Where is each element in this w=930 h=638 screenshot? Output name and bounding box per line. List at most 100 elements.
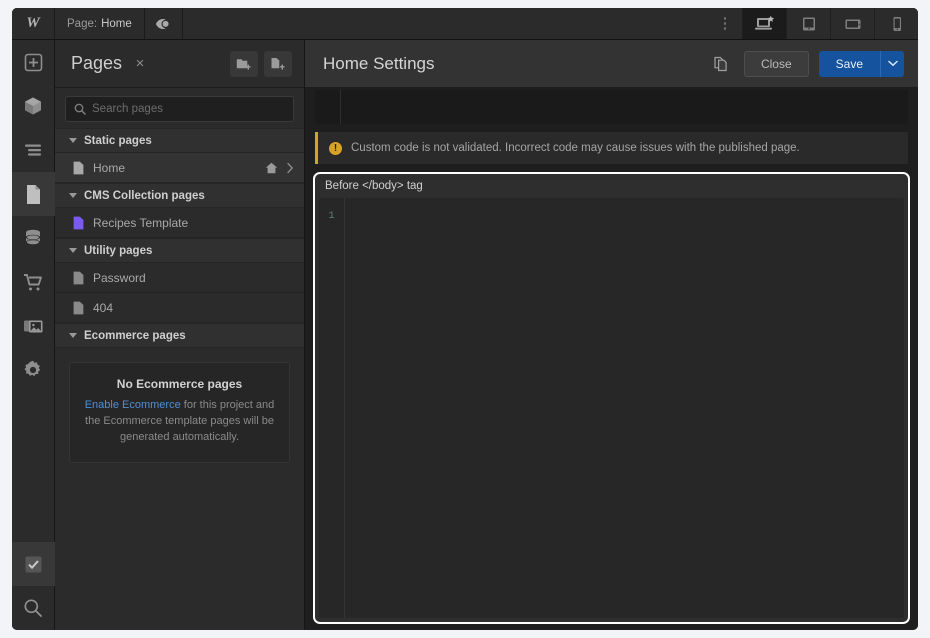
top-bar-more-menu[interactable] bbox=[708, 8, 742, 39]
page-settings-body: ! Custom code is not validated. Incorrec… bbox=[305, 88, 918, 630]
breakpoint-tablet-landscape[interactable] bbox=[830, 8, 874, 39]
group-label: Static pages bbox=[84, 134, 152, 147]
pages-tree: Static pages Home CMS Collection pages R… bbox=[55, 128, 304, 630]
new-folder-button[interactable] bbox=[230, 50, 258, 77]
caret-down-icon bbox=[69, 193, 77, 198]
caret-down-icon bbox=[69, 333, 77, 338]
warning-circle-icon: ! bbox=[329, 141, 342, 155]
three-dots-icon bbox=[723, 17, 727, 30]
custom-code-warning: ! Custom code is not validated. Incorrec… bbox=[315, 132, 908, 164]
rail-item-add-elements[interactable] bbox=[12, 40, 55, 84]
page-item-home[interactable]: Home bbox=[55, 153, 304, 183]
page-item-actions bbox=[265, 162, 294, 174]
chevron-down-icon bbox=[887, 60, 898, 67]
breakpoint-desktop[interactable] bbox=[742, 8, 786, 39]
page-item-label: Recipes Template bbox=[93, 215, 189, 230]
breakpoint-mobile[interactable] bbox=[874, 8, 918, 39]
home-icon bbox=[265, 162, 278, 174]
page-icon bbox=[73, 271, 84, 285]
page-prefix-label: Page: bbox=[67, 17, 98, 30]
search-input[interactable] bbox=[92, 103, 285, 115]
new-page-icon bbox=[270, 57, 286, 71]
mobile-icon bbox=[890, 15, 904, 33]
page-item-label: Password bbox=[93, 270, 146, 285]
before-body-code-field[interactable]: Before </body> tag 1 bbox=[313, 172, 910, 624]
page-item-password[interactable]: Password bbox=[55, 263, 304, 293]
close-icon[interactable]: × bbox=[132, 56, 148, 71]
rail-item-audit[interactable] bbox=[12, 542, 55, 586]
code-gutter: 1 bbox=[319, 198, 345, 618]
group-header-static[interactable]: Static pages bbox=[55, 128, 304, 153]
magnifier-icon bbox=[23, 598, 43, 618]
rail-item-search[interactable] bbox=[12, 586, 55, 630]
page-icon bbox=[73, 301, 84, 315]
new-page-button[interactable] bbox=[264, 50, 292, 77]
new-folder-icon bbox=[236, 57, 252, 71]
group-label: Ecommerce pages bbox=[84, 329, 186, 342]
rail-item-settings[interactable] bbox=[12, 348, 55, 392]
close-button[interactable]: Close bbox=[743, 50, 809, 77]
page-item-label: 404 bbox=[93, 300, 114, 315]
layers-lines-icon bbox=[23, 143, 43, 157]
page-icon bbox=[73, 161, 84, 175]
save-button-group: Save bbox=[818, 50, 904, 77]
rail-item-navigator[interactable] bbox=[12, 128, 55, 172]
top-bar-spacer bbox=[182, 8, 708, 39]
tablet-landscape-icon bbox=[843, 16, 863, 32]
line-number: 1 bbox=[328, 210, 335, 222]
caret-down-icon bbox=[69, 248, 77, 253]
page-settings-header: Home Settings Close Save bbox=[305, 40, 918, 88]
eye-icon bbox=[155, 18, 171, 30]
group-header-ecommerce[interactable]: Ecommerce pages bbox=[55, 323, 304, 348]
save-button[interactable]: Save bbox=[818, 50, 880, 77]
database-icon bbox=[23, 229, 43, 247]
gear-icon bbox=[23, 360, 43, 380]
search-icon bbox=[74, 103, 86, 115]
app-logo[interactable]: W bbox=[12, 8, 55, 39]
page-item-label: Home bbox=[93, 160, 126, 175]
search-box[interactable] bbox=[65, 96, 294, 122]
empty-state-text: Enable Ecommerce for this project and th… bbox=[82, 398, 277, 446]
empty-state-title: No Ecommerce pages bbox=[116, 377, 243, 391]
tablet-icon bbox=[800, 15, 818, 33]
chevron-right-icon[interactable] bbox=[286, 162, 294, 174]
cube-icon bbox=[23, 96, 43, 116]
designer-body: Pages × Search pages Static pages Home C… bbox=[12, 40, 918, 630]
breakpoint-switcher bbox=[742, 8, 918, 39]
rail-item-assets[interactable] bbox=[12, 304, 55, 348]
top-bar: W Page: Home bbox=[12, 8, 918, 40]
rail-item-components[interactable] bbox=[12, 84, 55, 128]
code-field-label: Before </body> tag bbox=[325, 180, 423, 192]
enable-ecommerce-link[interactable]: Enable Ecommerce bbox=[85, 399, 181, 411]
previous-code-field-partial[interactable] bbox=[315, 90, 908, 124]
group-label: Utility pages bbox=[84, 244, 153, 257]
group-header-utility[interactable]: Utility pages bbox=[55, 238, 304, 263]
caret-down-icon bbox=[69, 138, 77, 143]
current-page-indicator[interactable]: Page: Home bbox=[55, 8, 145, 39]
pages-panel: Pages × Search pages Static pages Home C… bbox=[55, 40, 305, 630]
desktop-star-icon bbox=[754, 15, 776, 33]
breakpoint-tablet[interactable] bbox=[786, 8, 830, 39]
plus-box-icon bbox=[24, 53, 43, 72]
webflow-designer-window: W Page: Home Pages × Search pages Static… bbox=[12, 8, 918, 630]
group-header-cms[interactable]: CMS Collection pages bbox=[55, 183, 304, 208]
images-icon bbox=[23, 317, 44, 335]
left-toolbar bbox=[12, 40, 55, 630]
page-icon bbox=[73, 216, 84, 230]
rail-item-cms[interactable] bbox=[12, 216, 55, 260]
page-item-404[interactable]: 404 bbox=[55, 293, 304, 323]
code-editor-content[interactable] bbox=[345, 198, 904, 618]
preview-toggle-button[interactable] bbox=[144, 8, 183, 39]
page-item-recipes-template[interactable]: Recipes Template bbox=[55, 208, 304, 238]
duplicate-page-button[interactable] bbox=[708, 50, 736, 78]
code-editor[interactable]: 1 bbox=[319, 198, 904, 618]
page-settings-panel: Home Settings Close Save ! Custom code i… bbox=[305, 40, 918, 630]
save-options-button[interactable] bbox=[880, 50, 904, 77]
rail-item-pages[interactable] bbox=[12, 172, 55, 216]
rail-item-ecommerce[interactable] bbox=[12, 260, 55, 304]
page-title: Pages bbox=[71, 53, 123, 73]
page-name-label: Home bbox=[101, 17, 132, 30]
shopping-cart-icon bbox=[23, 273, 44, 292]
ecommerce-empty-state: No Ecommerce pages Enable Ecommerce for … bbox=[69, 362, 290, 463]
pages-panel-header: Pages × bbox=[55, 40, 304, 88]
